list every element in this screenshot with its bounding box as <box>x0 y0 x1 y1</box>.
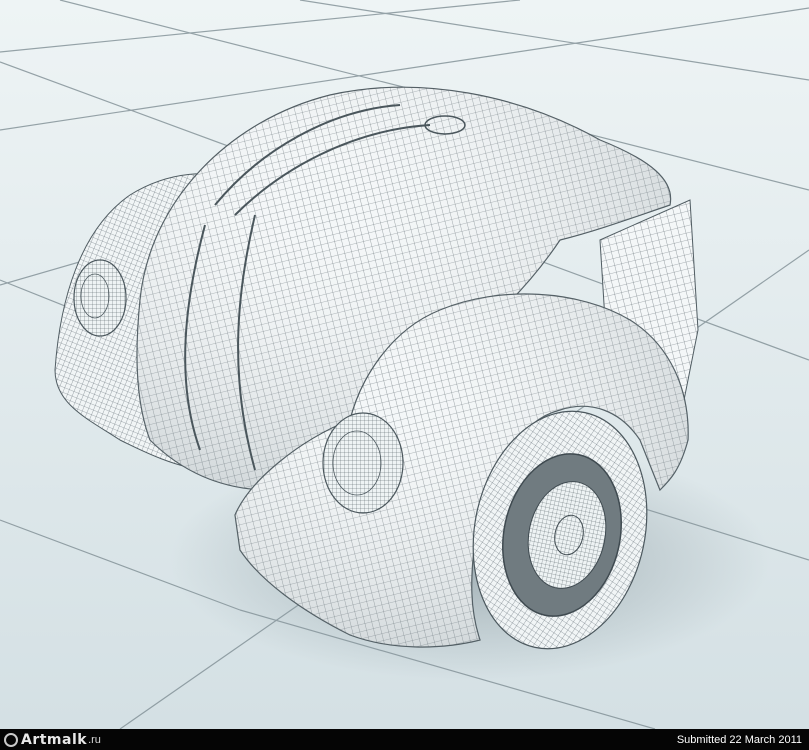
submitted-date: Submitted 22 March 2011 <box>676 733 802 746</box>
right-headlight <box>322 412 404 514</box>
logo-name: Artmalk <box>21 731 88 748</box>
render-scene <box>0 0 809 729</box>
left-headlight <box>73 259 127 337</box>
site-logo[interactable]: Artmalk .ru <box>0 732 101 748</box>
wireframe-render <box>0 0 809 729</box>
left-headlight-lens <box>73 259 127 337</box>
logo-tld: .ru <box>88 733 101 746</box>
right-headlight-lens <box>322 412 404 514</box>
logo-a-icon <box>4 732 18 747</box>
footer-bar: Artmalk .ru Submitted 22 March 2011 <box>0 729 809 750</box>
